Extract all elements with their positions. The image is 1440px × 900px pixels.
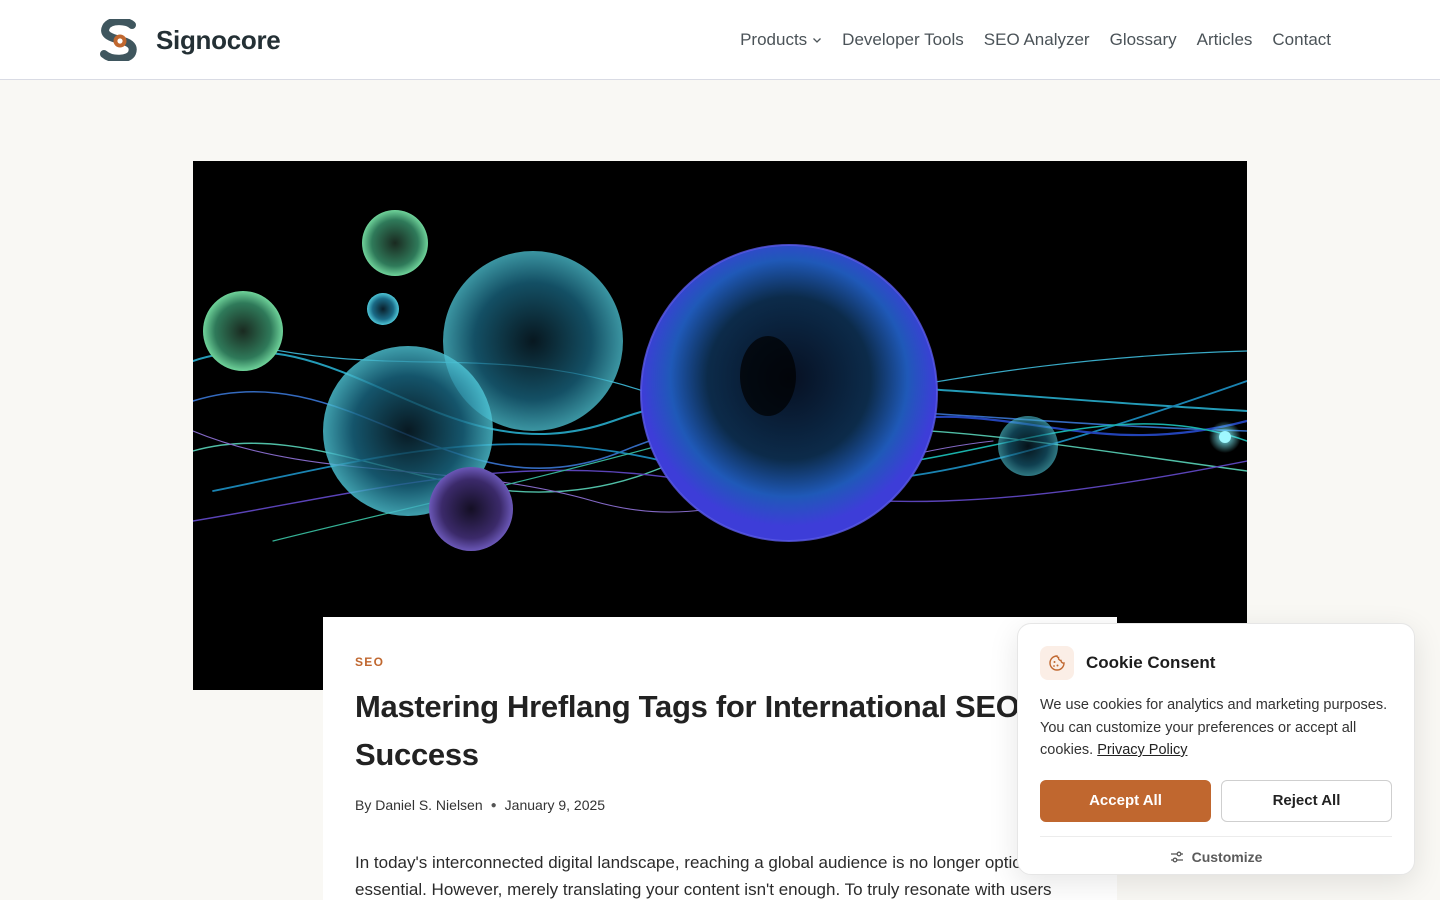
privacy-policy-link[interactable]: Privacy Policy xyxy=(1097,742,1187,758)
sliders-icon xyxy=(1170,851,1183,862)
cookie-description: We use cookies for analytics and marketi… xyxy=(1040,694,1392,762)
article-card: SEO Mastering Hreflang Tags for Internat… xyxy=(323,617,1117,900)
article-title: Mastering Hreflang Tags for Internationa… xyxy=(355,689,1020,772)
brand-link[interactable]: Signocore xyxy=(100,19,281,61)
author-link[interactable]: Daniel S. Nielsen xyxy=(375,797,482,813)
article-excerpt: In today's interconnected digital landsc… xyxy=(355,853,1080,899)
nav-item-contact[interactable]: Contact xyxy=(1272,30,1331,50)
cookie-text: We use cookies for analytics and marketi… xyxy=(1040,697,1388,758)
cookie-icon xyxy=(1040,646,1074,680)
cookie-actions: Accept All Reject All xyxy=(1040,779,1392,822)
customize-button[interactable]: Customize xyxy=(1040,837,1392,877)
abstract-glowing-data-spheres-image xyxy=(193,161,1247,690)
reject-all-button[interactable]: Reject All xyxy=(1221,779,1392,822)
nav-item-glossary[interactable]: Glossary xyxy=(1110,30,1177,50)
chevron-down-icon xyxy=(813,38,822,43)
category-link[interactable]: SEO xyxy=(355,655,384,669)
cookie-title: Cookie Consent xyxy=(1086,653,1216,672)
hero-image xyxy=(193,161,1247,690)
accept-all-button[interactable]: Accept All xyxy=(1040,779,1211,822)
signocore-s-logo-icon xyxy=(100,19,137,61)
nav-item-products[interactable]: Products xyxy=(740,30,822,50)
nav-item-seo-analyzer[interactable]: SEO Analyzer xyxy=(984,30,1090,50)
cookie-header: Cookie Consent xyxy=(1040,646,1392,680)
publish-date: January 9, 2025 xyxy=(504,797,606,813)
article-meta: By Daniel S. Nielsen ● January 9, 2025 xyxy=(355,797,1085,813)
meta-separator-dot: ● xyxy=(490,799,497,811)
brand-name: Signocore xyxy=(156,24,281,55)
author-prefix: By xyxy=(355,797,372,813)
nav-item-articles[interactable]: Articles xyxy=(1197,30,1253,50)
nav-item-developer-tools[interactable]: Developer Tools xyxy=(842,30,964,50)
author-byline: By Daniel S. Nielsen xyxy=(355,797,483,813)
main-nav: Products Developer Tools SEO Analyzer Gl… xyxy=(740,0,1331,80)
nav-item-label: Products xyxy=(740,30,808,49)
customize-label: Customize xyxy=(1191,848,1263,865)
site-header: Signocore Products Developer Tools SEO A… xyxy=(0,0,1440,80)
cookie-consent-dialog: Cookie Consent We use cookies for analyt… xyxy=(1017,623,1415,875)
